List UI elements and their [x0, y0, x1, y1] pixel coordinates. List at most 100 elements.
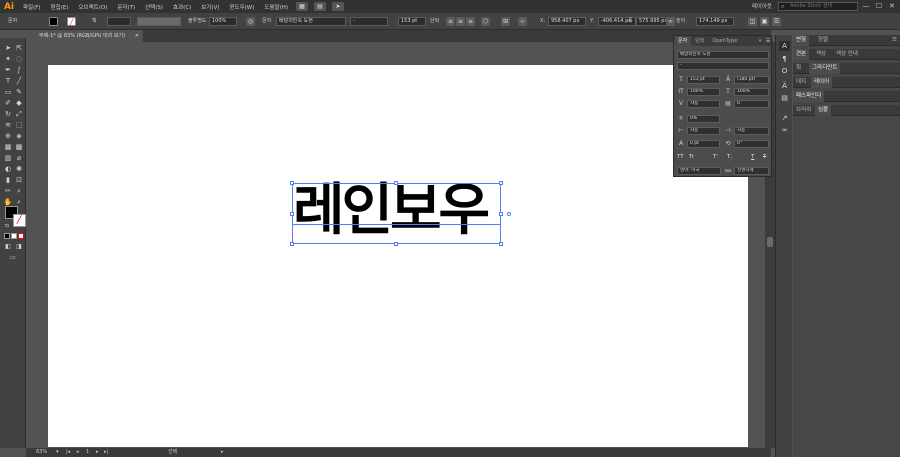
handle-top-center[interactable]	[394, 181, 398, 185]
zoom-dropdown-icon[interactable]: ▾	[56, 448, 59, 457]
artboard[interactable]	[48, 65, 748, 447]
char-rotation-field[interactable]: 0°	[734, 140, 769, 148]
align-icon[interactable]: ⊞	[501, 17, 510, 26]
transform-icon[interactable]: ◫	[748, 17, 757, 26]
tab-align[interactable]: 정렬	[815, 35, 831, 46]
links-panel-icon[interactable]: ∞	[779, 125, 790, 135]
artboard-last-icon[interactable]: ▸|	[104, 448, 108, 457]
char-styles-panel-icon[interactable]: ▤	[779, 93, 790, 103]
direct-selection-tool-icon[interactable]: ⇱	[14, 44, 24, 53]
link-icon[interactable]: ∞	[666, 17, 675, 26]
font-name-field[interactable]: 배달의민족 도현	[276, 17, 346, 26]
handle-top-left[interactable]	[290, 181, 294, 185]
all-caps-icon[interactable]: TT	[677, 154, 684, 160]
stroke-swatch-icon[interactable]: ╱	[67, 17, 76, 26]
shape-builder-tool-icon[interactable]: ⊕	[3, 132, 13, 141]
vertical-scroll-thumb[interactable]	[767, 237, 773, 247]
mesh-tool-icon[interactable]: ▩	[14, 143, 24, 152]
artboard-prev-icon[interactable]: ◂	[76, 448, 79, 457]
none-mode-icon[interactable]	[18, 233, 24, 239]
paragraph-panel-icon[interactable]: ¶	[779, 54, 790, 64]
line-tool-icon[interactable]: ╱	[14, 77, 24, 86]
color-mode-icon[interactable]	[4, 233, 10, 239]
fill-swatch-icon[interactable]	[49, 17, 58, 26]
slice-tool-icon[interactable]: ✂	[3, 187, 13, 196]
selection-tool-icon[interactable]: ➤	[3, 44, 13, 53]
shaper-tool-icon[interactable]: ✐	[3, 99, 13, 108]
maximize-icon[interactable]: ☐	[873, 1, 885, 11]
menu-object[interactable]: 오브젝트(O)	[73, 3, 112, 11]
draw-behind-icon[interactable]: ◨	[14, 242, 24, 251]
subscript-icon[interactable]: T,	[727, 154, 732, 160]
eraser-tool-icon[interactable]: ◆	[14, 99, 24, 108]
variable-width-field[interactable]	[137, 17, 181, 26]
artboard-next-icon[interactable]: ▸	[96, 448, 99, 457]
font-size-field[interactable]: 153 pt	[398, 17, 426, 26]
screen-mode-icon[interactable]: ▭	[8, 253, 18, 262]
paintbrush-tool-icon[interactable]: ✎	[14, 88, 24, 97]
tab-artboards[interactable]: 대지	[793, 77, 809, 88]
status-menu-icon[interactable]: ▸	[221, 448, 224, 457]
scale-tool-icon[interactable]: ⤢	[14, 110, 24, 119]
menu-file[interactable]: 파일(F)	[18, 3, 46, 11]
collapse-panel-icon[interactable]: «	[756, 37, 764, 45]
warp-tool-icon[interactable]: ≋	[3, 121, 13, 130]
document-tab[interactable]: 무제-1* @ 83% (RGB/GPU 미리 보기) ✕	[26, 30, 143, 42]
export-panel-icon[interactable]: ↗	[779, 113, 790, 123]
small-caps-icon[interactable]: Tr	[689, 154, 694, 160]
isolate-icon[interactable]: ▣	[760, 17, 769, 26]
x-field[interactable]: 958.407 px	[548, 17, 586, 26]
panel-menu-icon[interactable]: ☰	[772, 17, 781, 26]
perspective-grid-tool-icon[interactable]: ▦	[3, 143, 13, 152]
align-right-icon[interactable]: ≡	[466, 17, 475, 26]
handle-bottom-right[interactable]	[499, 242, 503, 246]
char-font-style-field[interactable]: -	[677, 62, 769, 70]
menu-window[interactable]: 윈도우(W)	[224, 3, 259, 11]
tab-paragraph[interactable]: 단락	[691, 36, 708, 46]
tab-color[interactable]: 색상	[813, 49, 829, 60]
char-leading-field[interactable]: (180 pt)	[734, 76, 769, 84]
char-size-field[interactable]: 153 pt	[687, 76, 720, 84]
char-baseline-field[interactable]: 0 pt	[687, 140, 720, 148]
handle-top-right[interactable]	[499, 181, 503, 185]
symbol-sprayer-tool-icon[interactable]: ✺	[14, 165, 24, 174]
live-paint-tool-icon[interactable]: ◈	[14, 132, 24, 141]
character-panel-icon[interactable]: A	[779, 41, 790, 51]
char-tsume-field[interactable]: 0%	[687, 115, 720, 123]
menu-help[interactable]: 도움말(H)	[259, 3, 293, 11]
curvature-tool-icon[interactable]: ∫	[14, 66, 24, 75]
tab-swatches[interactable]: 견본	[793, 49, 810, 60]
para-label[interactable]: 단락	[430, 16, 439, 26]
blend-tool-icon[interactable]: ◐	[3, 165, 13, 174]
tab-transform[interactable]: 변형	[793, 35, 810, 46]
font-style-field[interactable]: -	[350, 17, 388, 26]
close-tab-icon[interactable]: ✕	[135, 30, 139, 42]
underline-icon[interactable]: T	[751, 154, 754, 160]
char-kerning-field[interactable]: 자동	[687, 100, 720, 108]
artboard-number[interactable]: 1	[86, 448, 89, 457]
graph-tool-icon[interactable]: ▮	[3, 176, 13, 185]
gradient-mode-icon[interactable]	[11, 233, 17, 239]
char-antialias-field[interactable]: 선명하게	[734, 167, 769, 175]
handle-middle-right[interactable]	[499, 212, 503, 216]
menu-effect[interactable]: 효과(C)	[168, 3, 196, 11]
lasso-tool-icon[interactable]: ◌	[14, 55, 24, 64]
shape-icon[interactable]: ⬡	[481, 17, 490, 26]
workspace-switcher[interactable]: 레이아웃	[752, 2, 772, 10]
char-hscale-field[interactable]: 100%	[734, 88, 769, 96]
magic-wand-tool-icon[interactable]: ✦	[3, 55, 13, 64]
artboard-first-icon[interactable]: |◂	[66, 448, 70, 457]
reference-point-icon[interactable]: ⊹	[518, 17, 527, 26]
eyedropper-tool-icon[interactable]: ⌀	[14, 154, 24, 163]
height-field[interactable]: 174.149 px	[696, 17, 734, 26]
artboard-tool-icon[interactable]: ⊡	[14, 176, 24, 185]
superscript-icon[interactable]: T'	[713, 154, 718, 160]
text-threading-port[interactable]	[507, 212, 511, 216]
tab-symbols[interactable]: 심볼	[815, 105, 832, 116]
tab-opentype[interactable]: OpenType	[708, 36, 741, 46]
char-language-field[interactable]: 영어: 미국	[677, 167, 721, 175]
handle-bottom-left[interactable]	[290, 242, 294, 246]
stock-search-input[interactable]: ⌕ Adobe Stock 검색	[778, 2, 858, 11]
close-icon[interactable]: ✕	[886, 1, 898, 11]
stroke-color-icon[interactable]: ╱	[13, 214, 26, 227]
